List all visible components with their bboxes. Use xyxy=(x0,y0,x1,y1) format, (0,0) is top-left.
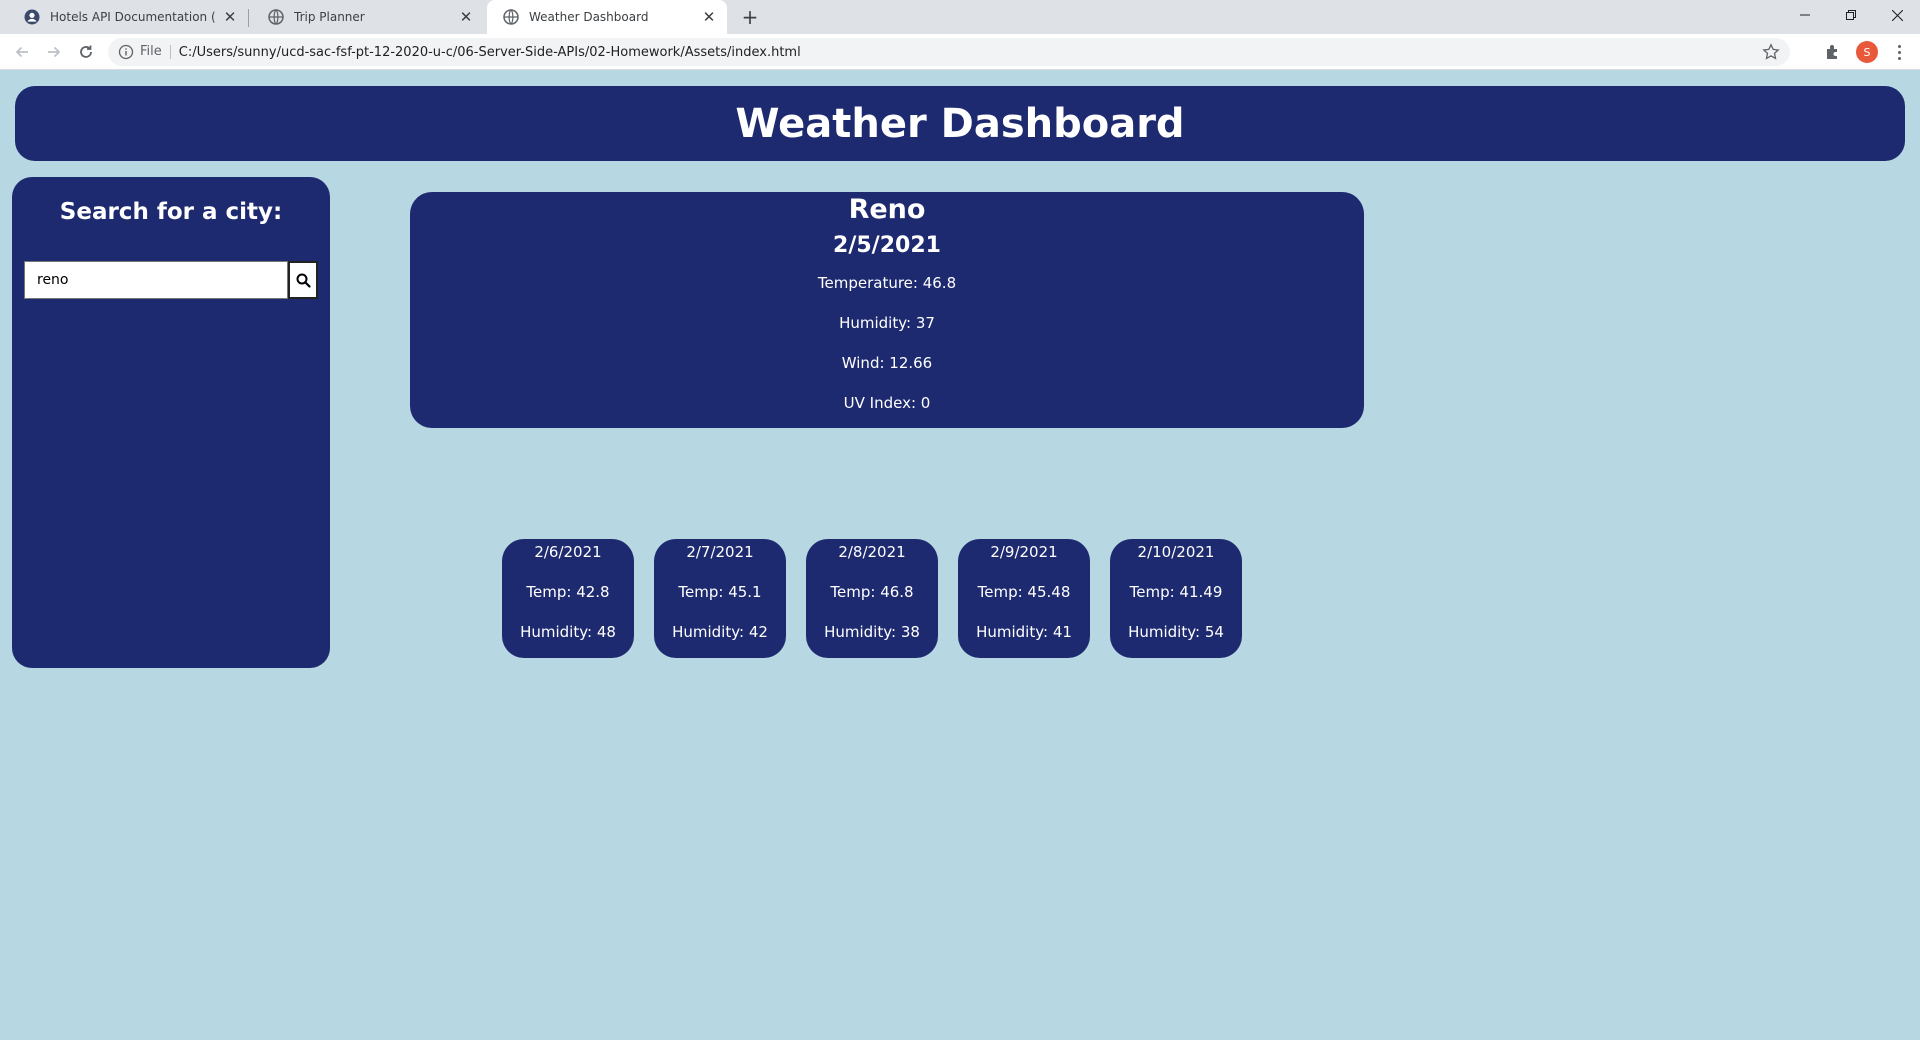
forecast-temp: Temp: 41.49 xyxy=(1129,583,1223,601)
close-icon[interactable]: ✕ xyxy=(222,8,238,26)
forecast-date: 2/6/2021 xyxy=(534,543,602,561)
tab-weather-dashboard[interactable]: Weather Dashboard ✕ xyxy=(487,0,727,34)
extensions-puzzle-icon[interactable] xyxy=(1824,43,1842,61)
search-form xyxy=(24,261,318,299)
forecast-card: 2/6/2021 Temp: 42.8 Humidity: 48 xyxy=(502,539,634,658)
close-window-button[interactable] xyxy=(1874,0,1920,30)
reload-icon xyxy=(80,45,92,58)
restore-button[interactable] xyxy=(1828,0,1874,30)
current-uv-index: UV Index: 0 xyxy=(843,394,931,412)
tab-title: Trip Planner xyxy=(294,10,365,24)
tab-separator xyxy=(248,9,249,27)
city-name: Reno xyxy=(848,194,926,225)
back-button[interactable] xyxy=(10,40,34,64)
forecast-humidity: Humidity: 54 xyxy=(1128,623,1224,641)
bookmark-star-icon[interactable] xyxy=(1762,43,1780,61)
browser-toolbar: File C:/Users/sunny/ucd-sac-fsf-pt-12-20… xyxy=(0,34,1920,70)
forecast-humidity: Humidity: 42 xyxy=(672,623,768,641)
page-content: Weather Dashboard Search for a city: Ren… xyxy=(0,70,1920,1040)
current-weather-card: Reno 2/5/2021 Temperature: 46.8 Humidity… xyxy=(410,192,1364,428)
globe-icon xyxy=(268,9,284,25)
forecast-date: 2/7/2021 xyxy=(686,543,754,561)
page-header: Weather Dashboard xyxy=(15,86,1905,161)
search-sidebar: Search for a city: xyxy=(12,177,330,668)
page-title: Weather Dashboard xyxy=(735,100,1185,147)
close-icon xyxy=(1891,9,1903,21)
kebab-menu-icon[interactable] xyxy=(1890,43,1908,61)
close-icon[interactable]: ✕ xyxy=(701,8,717,26)
tab-title: Hotels API Documentation (apidojo) xyxy=(50,10,216,24)
tab-trip-planner[interactable]: Trip Planner ✕ xyxy=(252,0,484,34)
forecast-temp: Temp: 45.1 xyxy=(678,583,762,601)
restore-icon xyxy=(1846,10,1856,20)
forecast-humidity: Humidity: 38 xyxy=(824,623,920,641)
current-humidity: Humidity: 37 xyxy=(839,314,935,332)
user-circle-icon xyxy=(24,9,40,25)
reload-button[interactable] xyxy=(74,40,98,64)
forecast-date: 2/8/2021 xyxy=(838,543,906,561)
forecast-humidity: Humidity: 41 xyxy=(976,623,1072,641)
forward-button[interactable] xyxy=(42,40,66,64)
tab-hotels-api[interactable]: Hotels API Documentation (apidojo) ✕ xyxy=(8,0,248,34)
current-temperature: Temperature: 46.8 xyxy=(817,274,957,292)
close-icon[interactable]: ✕ xyxy=(458,8,474,26)
city-search-input[interactable] xyxy=(24,261,288,299)
tab-title: Weather Dashboard xyxy=(529,10,649,24)
forecast-date: 2/10/2021 xyxy=(1137,543,1215,561)
forecast-temp: Temp: 46.8 xyxy=(830,583,914,601)
profile-avatar[interactable]: S xyxy=(1856,41,1878,63)
current-date: 2/5/2021 xyxy=(833,233,941,258)
forecast-card: 2/8/2021 Temp: 46.8 Humidity: 38 xyxy=(806,539,938,658)
forecast-humidity: Humidity: 48 xyxy=(520,623,616,641)
search-button[interactable] xyxy=(288,261,318,299)
url-scheme: File xyxy=(140,45,171,59)
info-icon[interactable] xyxy=(118,44,134,60)
current-wind: Wind: 12.66 xyxy=(841,354,933,372)
arrow-right-icon xyxy=(48,46,61,58)
minimize-icon xyxy=(1800,14,1810,16)
globe-icon xyxy=(503,9,519,25)
search-icon xyxy=(296,273,311,288)
minimize-button[interactable] xyxy=(1782,0,1828,30)
forecast-temp: Temp: 42.8 xyxy=(526,583,610,601)
address-bar[interactable]: File C:/Users/sunny/ucd-sac-fsf-pt-12-20… xyxy=(108,38,1790,66)
forecast-card: 2/7/2021 Temp: 45.1 Humidity: 42 xyxy=(654,539,786,658)
forecast-card: 2/10/2021 Temp: 41.49 Humidity: 54 xyxy=(1110,539,1242,658)
forecast-date: 2/9/2021 xyxy=(990,543,1058,561)
url-text[interactable]: C:/Users/sunny/ucd-sac-fsf-pt-12-2020-u-… xyxy=(179,45,801,60)
forecast-card: 2/9/2021 Temp: 45.48 Humidity: 41 xyxy=(958,539,1090,658)
arrow-left-icon xyxy=(15,46,28,58)
new-tab-button[interactable]: + xyxy=(738,5,762,29)
search-heading: Search for a city: xyxy=(59,199,283,225)
browser-tab-strip: Hotels API Documentation (apidojo) ✕ Tri… xyxy=(0,0,1920,34)
forecast-temp: Temp: 45.48 xyxy=(977,583,1071,601)
